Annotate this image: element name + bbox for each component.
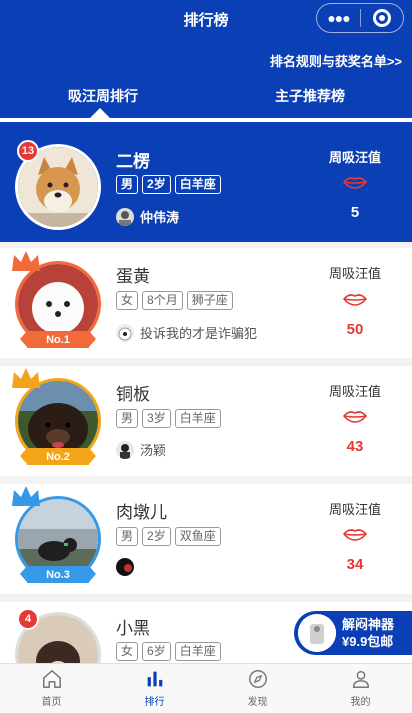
header: 排行榜 ●●● 排名规则与获奖名单>> 吸汪周排行 主子推荐榜 bbox=[0, 0, 412, 122]
pet-name: 蛋黄 bbox=[116, 267, 150, 286]
score-value: 50 bbox=[346, 321, 364, 338]
crown-icon bbox=[12, 368, 40, 388]
score-label: 周吸汪值 bbox=[328, 502, 381, 517]
owner-avatar bbox=[116, 440, 134, 459]
pet-tags: 男 2岁 白羊座 bbox=[116, 175, 221, 194]
pet-name: 铜板 bbox=[116, 385, 150, 404]
tabbar-label: 发现 bbox=[247, 697, 268, 708]
tabbar-mine[interactable]: 我的 bbox=[309, 664, 412, 713]
owner-info bbox=[116, 558, 140, 576]
pet-avatar: No.3 bbox=[12, 486, 101, 583]
pet-tags: 女 6岁 白羊座 bbox=[116, 642, 221, 661]
rank-badge: 13 bbox=[17, 140, 39, 162]
tag-zodiac: 双鱼座 bbox=[174, 527, 221, 546]
rank-ribbon: No.2 bbox=[20, 448, 96, 465]
compass-icon bbox=[248, 670, 267, 688]
lips-icon[interactable] bbox=[343, 527, 367, 541]
tag-gender: 男 bbox=[116, 527, 139, 546]
owner-name: 汤颖 bbox=[140, 443, 167, 458]
bottom-tab-bar: 首页 排行 发现 我的 bbox=[0, 663, 412, 713]
promo-product-image bbox=[298, 614, 336, 652]
lips-icon[interactable] bbox=[343, 175, 367, 189]
score-value: 34 bbox=[346, 556, 364, 573]
tag-age: 6岁 bbox=[142, 642, 171, 661]
active-tab-indicator bbox=[89, 108, 111, 119]
tabbar-label: 首页 bbox=[41, 697, 62, 708]
ranking-icon bbox=[147, 671, 162, 687]
rank-card[interactable]: No.1 蛋黄 女 8个月 狮子座 投诉我的才是诈骗犯 周吸汪值 50 bbox=[0, 248, 412, 358]
rank-ribbon: No.1 bbox=[20, 331, 96, 348]
lips-icon[interactable] bbox=[343, 409, 367, 423]
tag-gender: 女 bbox=[116, 291, 139, 310]
lips-icon[interactable] bbox=[343, 292, 367, 306]
tabbar-discover[interactable]: 发现 bbox=[206, 664, 309, 713]
pet-avatar: No.1 bbox=[12, 251, 101, 348]
promo-float-button[interactable]: 解闷神器 ¥9.9包邮 bbox=[294, 611, 412, 655]
owner-info: 汤颖 bbox=[116, 440, 166, 459]
pet-avatar: 4 bbox=[15, 608, 101, 663]
tag-age: 3岁 bbox=[142, 409, 171, 428]
my-rank-card[interactable]: 13 二楞 男 2岁 白羊座 仲伟涛 周吸汪值 5 bbox=[0, 122, 412, 242]
owner-avatar bbox=[116, 558, 134, 576]
tag-age: 8个月 bbox=[142, 291, 183, 310]
home-icon bbox=[42, 670, 61, 688]
tag-age: 2岁 bbox=[142, 527, 171, 546]
pet-tags: 男 3岁 白羊座 bbox=[116, 409, 221, 428]
owner-info: 投诉我的才是诈骗犯 bbox=[116, 323, 257, 342]
user-icon bbox=[352, 670, 369, 688]
score-label: 周吸汪值 bbox=[328, 150, 381, 165]
pet-tags: 女 8个月 狮子座 bbox=[116, 291, 233, 310]
tag-zodiac: 狮子座 bbox=[186, 291, 233, 310]
promo-title: 解闷神器 bbox=[342, 617, 395, 632]
crown-icon bbox=[12, 251, 40, 271]
promo-price: ¥9.9包邮 bbox=[342, 634, 394, 649]
tag-gender: 男 bbox=[116, 175, 139, 194]
crown-icon bbox=[12, 486, 40, 506]
capsule-close-icon[interactable] bbox=[361, 9, 403, 27]
pet-tags: 男 2岁 双鱼座 bbox=[116, 527, 221, 546]
pet-name: 肉墩儿 bbox=[116, 503, 167, 522]
owner-info: 仲伟涛 bbox=[116, 207, 179, 226]
mini-program-capsule: ●●● bbox=[316, 3, 404, 33]
tabbar-label: 我的 bbox=[350, 697, 371, 708]
pet-avatar: 13 bbox=[15, 140, 101, 230]
owner-avatar bbox=[116, 323, 134, 342]
tag-zodiac: 白羊座 bbox=[174, 642, 221, 661]
tabbar-home[interactable]: 首页 bbox=[0, 664, 103, 713]
more-dots-icon[interactable]: ●●● bbox=[317, 10, 360, 26]
tag-gender: 女 bbox=[116, 642, 139, 661]
tag-zodiac: 白羊座 bbox=[174, 409, 221, 428]
rank-badge: 4 bbox=[17, 608, 39, 630]
tab-weekly-ranking[interactable]: 吸汪周排行 bbox=[68, 86, 138, 106]
tabbar-ranking[interactable]: 排行 bbox=[103, 664, 206, 713]
rules-link[interactable]: 排名规则与获奖名单>> bbox=[270, 51, 402, 70]
owner-avatar bbox=[116, 207, 134, 226]
tabbar-label: 排行 bbox=[144, 697, 165, 708]
tag-zodiac: 白羊座 bbox=[174, 175, 221, 194]
owner-name: 投诉我的才是诈骗犯 bbox=[140, 326, 258, 341]
pet-avatar: No.2 bbox=[12, 368, 101, 465]
pet-name: 二楞 bbox=[116, 152, 150, 171]
owner-name: 仲伟涛 bbox=[140, 210, 180, 225]
tag-gender: 男 bbox=[116, 409, 139, 428]
tag-age: 2岁 bbox=[142, 175, 171, 194]
score-label: 周吸汪值 bbox=[328, 384, 381, 399]
score-value: 5 bbox=[350, 204, 360, 221]
rank-card[interactable]: No.2 铜板 男 3岁 白羊座 汤颖 周吸汪值 43 bbox=[0, 366, 412, 476]
score-label: 周吸汪值 bbox=[328, 266, 381, 281]
rank-card[interactable]: No.3 肉墩儿 男 2岁 双鱼座 周吸汪值 34 bbox=[0, 484, 412, 594]
score-value: 43 bbox=[346, 438, 364, 455]
tab-owner-recommend[interactable]: 主子推荐榜 bbox=[275, 86, 345, 106]
pet-name: 小黑 bbox=[116, 619, 150, 638]
rank-ribbon: No.3 bbox=[20, 566, 96, 583]
